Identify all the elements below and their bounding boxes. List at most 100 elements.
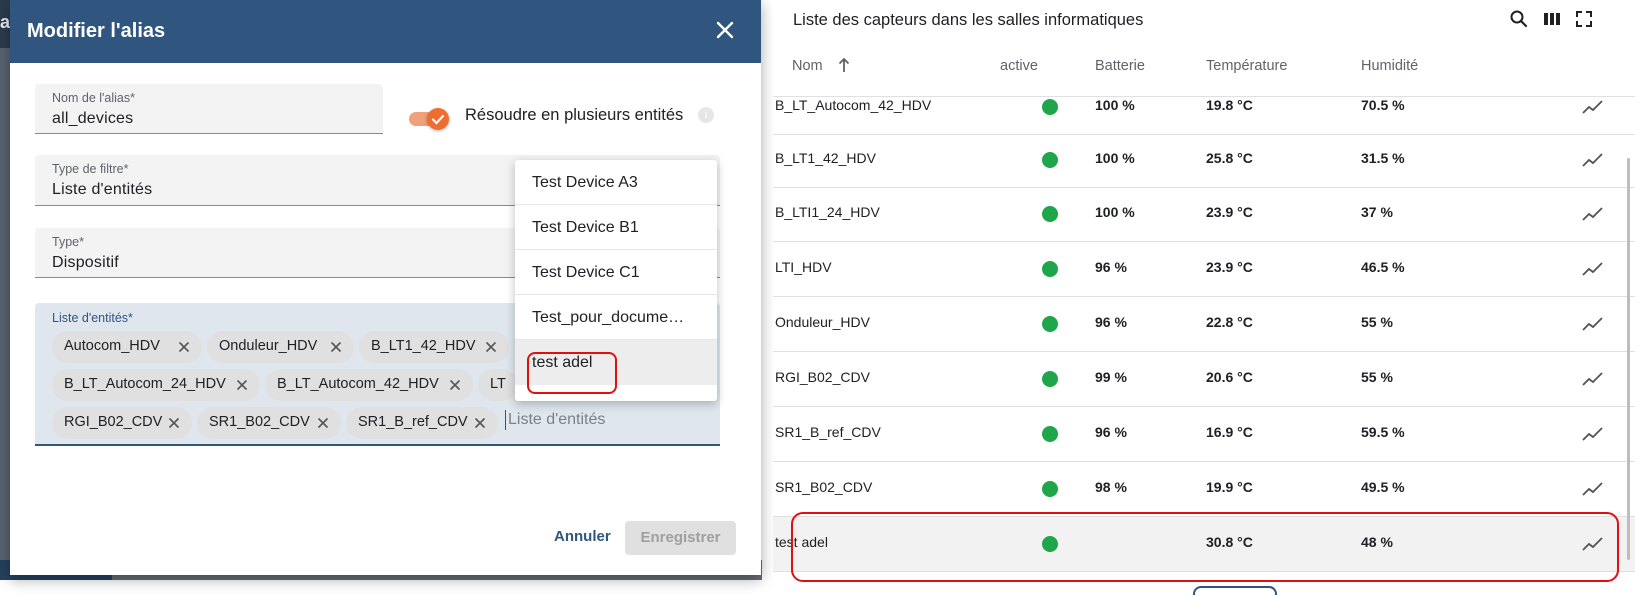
chip-label: SR1_B02_CDV (209, 414, 310, 430)
active-status-dot (1042, 371, 1058, 387)
cell-temperature: 16.9 °C (1206, 424, 1253, 440)
entity-list-input[interactable]: Liste d'entités (508, 411, 605, 429)
column-header-battery[interactable]: Batterie (1095, 58, 1145, 74)
cell-battery: 99 % (1095, 369, 1127, 385)
remove-chip-icon[interactable] (317, 417, 329, 429)
column-header-name[interactable]: Nom (792, 58, 823, 74)
table-title: Liste des capteurs dans les salles infor… (793, 11, 1144, 29)
alias-name-label: Nom de l'alias* (52, 91, 135, 105)
active-status-dot (1042, 316, 1058, 332)
save-button[interactable]: Enregistrer (625, 521, 736, 555)
chip[interactable]: Autocom_HDV (52, 331, 202, 363)
cell-battery: 100 % (1095, 204, 1135, 220)
chip[interactable]: B_LT1_42_HDV (359, 331, 509, 363)
chip-label: LT (490, 376, 506, 392)
pager-button[interactable] (1193, 586, 1277, 595)
cell-battery: 96 % (1095, 259, 1127, 275)
cell-humidity: 59.5 % (1361, 424, 1405, 440)
table-row[interactable]: B_LT1_42_HDV 100 % 25.8 °C 31.5 % (773, 133, 1635, 188)
entity-list-label: Liste d'entités* (52, 311, 133, 325)
table-row[interactable]: RGI_B02_CDV 99 % 20.6 °C 55 % (773, 352, 1635, 407)
sort-arrow-up-icon[interactable] (837, 56, 851, 74)
close-icon[interactable] (713, 18, 737, 42)
cell-humidity: 55 % (1361, 314, 1393, 330)
trend-chart-icon[interactable] (1582, 481, 1604, 497)
column-header-temperature[interactable]: Température (1206, 58, 1287, 74)
cell-battery: 96 % (1095, 424, 1127, 440)
chip[interactable]: B_LT_Autocom_24_HDV (52, 369, 260, 401)
dropdown-option[interactable]: Test Device A3 (515, 160, 717, 205)
search-icon[interactable] (1509, 9, 1529, 29)
cell-name: SR1_B02_CDV (775, 479, 873, 495)
dropdown-option[interactable]: Test Device B1 (515, 205, 717, 250)
remove-chip-icon[interactable] (236, 379, 248, 391)
resolve-multiple-toggle[interactable] (409, 108, 449, 130)
chip[interactable]: B_LT_Autocom_42_HDV (265, 369, 473, 401)
table-row[interactable]: SR1_B_ref_CDV 96 % 16.9 °C 59.5 % (773, 407, 1635, 462)
active-status-dot (1042, 481, 1058, 497)
cell-humidity: 55 % (1361, 369, 1393, 385)
cell-temperature: 22.8 °C (1206, 314, 1253, 330)
chip-label: Autocom_HDV (64, 338, 160, 354)
table-row[interactable]: B_LT_Autocom_42_HDV 100 % 19.8 °C 70.5 % (773, 97, 1635, 135)
fullscreen-icon[interactable] (1574, 9, 1594, 29)
columns-icon[interactable] (1542, 9, 1562, 29)
trend-chart-icon[interactable] (1582, 316, 1604, 332)
alias-name-field[interactable]: Nom de l'alias* all_devices (35, 84, 383, 134)
toggle-thumb (427, 108, 449, 130)
chip[interactable]: Onduleur_HDV (207, 331, 354, 363)
cell-battery: 100 % (1095, 97, 1135, 113)
filter-type-value: Liste d'entités (52, 181, 153, 198)
chip[interactable]: SR1_B02_CDV (197, 407, 341, 439)
cell-temperature: 25.8 °C (1206, 150, 1253, 166)
red-highlight-box (791, 512, 1619, 582)
dropdown-option[interactable]: Test Device C1 (515, 250, 717, 295)
cell-battery: 98 % (1095, 479, 1127, 495)
cancel-button[interactable]: Annuler (554, 528, 611, 545)
chip[interactable]: SR1_B_ref_CDV (346, 407, 498, 439)
info-icon[interactable]: i (698, 107, 714, 123)
remove-chip-icon[interactable] (330, 341, 342, 353)
type-value: Dispositif (52, 254, 119, 271)
column-header-active[interactable]: active (1000, 58, 1038, 74)
table-row[interactable]: B_LTI1_24_HDV 100 % 23.9 °C 37 % (773, 187, 1635, 242)
table-scrollbar[interactable] (1627, 158, 1630, 560)
remove-chip-icon[interactable] (178, 341, 190, 353)
remove-chip-icon[interactable] (485, 341, 497, 353)
active-status-dot (1042, 206, 1058, 222)
column-header-humidity[interactable]: Humidité (1361, 58, 1418, 74)
table-body: B_LT_Autocom_42_HDV 100 % 19.8 °C 70.5 %… (773, 97, 1635, 577)
remove-chip-icon[interactable] (168, 417, 180, 429)
trend-chart-icon[interactable] (1582, 206, 1604, 222)
alias-editor-panel: a Modifier l'alias Nom de l'alias* all_d… (0, 0, 762, 595)
trend-chart-icon[interactable] (1582, 261, 1604, 277)
cell-humidity: 70.5 % (1361, 97, 1405, 113)
table-row[interactable]: SR1_B02_CDV 98 % 19.9 °C 49.5 % (773, 462, 1635, 517)
remove-chip-icon[interactable] (449, 379, 461, 391)
resolve-multiple-label: Résoudre en plusieurs entités (465, 106, 684, 124)
cell-temperature: 23.9 °C (1206, 204, 1253, 220)
table-row[interactable]: Onduleur_HDV 96 % 22.8 °C 55 % (773, 297, 1635, 352)
cell-humidity: 46.5 % (1361, 259, 1405, 275)
check-icon (431, 114, 445, 125)
trend-chart-icon[interactable] (1582, 152, 1604, 168)
dialog-header: Modifier l'alias (10, 0, 761, 63)
chip[interactable]: RGI_B02_CDV (52, 407, 192, 439)
remove-chip-icon[interactable] (474, 417, 486, 429)
cell-name: RGI_B02_CDV (775, 369, 870, 385)
cell-name: B_LTI1_24_HDV (775, 204, 880, 220)
dialog-title: Modifier l'alias (27, 20, 166, 42)
cell-name: B_LT1_42_HDV (775, 150, 876, 166)
table-row[interactable]: LTI_HDV 96 % 23.9 °C 46.5 % (773, 242, 1635, 297)
cell-humidity: 31.5 % (1361, 150, 1405, 166)
dropdown-option[interactable]: Test_pour_docume… (515, 295, 717, 340)
trend-chart-icon[interactable] (1582, 426, 1604, 442)
active-status-dot (1042, 426, 1058, 442)
chip[interactable]: LT (478, 369, 518, 401)
trend-chart-icon[interactable] (1582, 99, 1604, 115)
cell-temperature: 19.8 °C (1206, 97, 1253, 113)
active-status-dot (1042, 261, 1058, 277)
text-caret (505, 410, 506, 430)
cell-temperature: 20.6 °C (1206, 369, 1253, 385)
trend-chart-icon[interactable] (1582, 371, 1604, 387)
